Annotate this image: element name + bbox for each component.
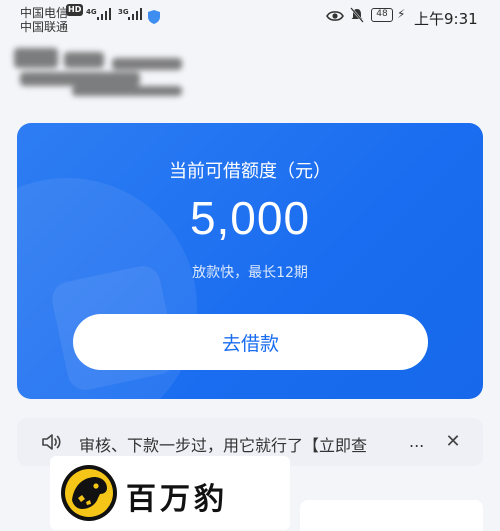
- status-time: 上午9:31: [414, 10, 478, 28]
- shield-icon: [148, 9, 160, 28]
- redacted-username: [12, 42, 192, 102]
- battery-indicator: 48: [371, 8, 393, 22]
- notice-ellipsis: ...: [409, 432, 425, 451]
- loan-credit-card: 当前可借额度（元） 5,000 放款快，最长12期 去借款: [17, 123, 483, 399]
- next-card-edge: [300, 500, 483, 531]
- watermark: 百万豹: [50, 456, 290, 530]
- close-icon[interactable]: ✕: [443, 432, 463, 452]
- speaker-icon: [41, 433, 63, 455]
- credit-limit-subtitle: 放款快，最长12期: [192, 265, 308, 281]
- network-type-1: 4G: [86, 8, 97, 16]
- credit-limit-amount: 5,000: [189, 192, 311, 244]
- status-bar: 中国电信 HD 中国联通 4G 3G 48 ⚡ 上午9:31: [0, 0, 500, 34]
- bell-muted-icon: [349, 7, 365, 27]
- notice-text: 审核、下款一步过，用它就行了【立即查: [79, 436, 368, 455]
- borrow-button[interactable]: 去借款: [73, 314, 428, 370]
- signal-icon-2: [128, 8, 144, 20]
- hd-badge: HD: [66, 4, 84, 16]
- eye-icon: [326, 8, 344, 27]
- watermark-text: 百万豹: [126, 482, 228, 517]
- signal-icon-1: [97, 8, 113, 20]
- bolt-icon: ⚡: [397, 7, 406, 21]
- credit-limit-title: 当前可借额度（元）: [169, 161, 331, 182]
- carrier-secondary: 中国联通: [20, 20, 69, 34]
- leopard-logo: [60, 464, 118, 526]
